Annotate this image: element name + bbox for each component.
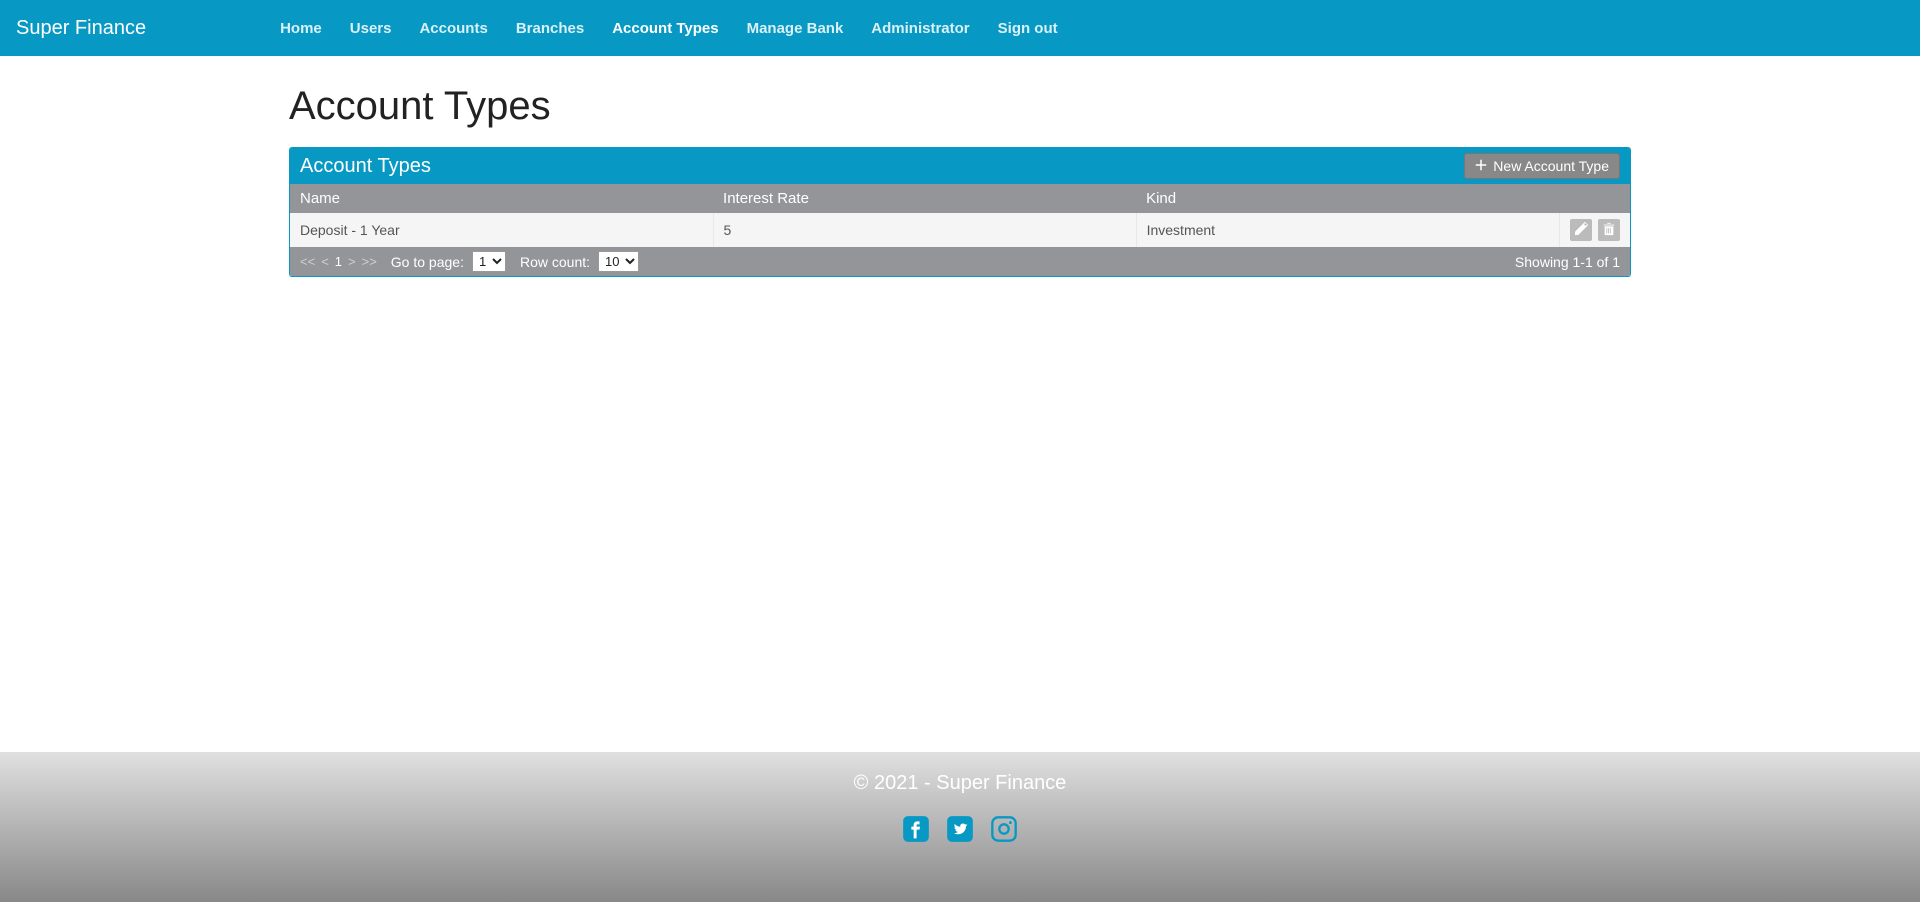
- table-header-row: Name Interest Rate Kind: [290, 184, 1630, 213]
- pager-left: << < 1 > >> Go to page: 1 Row count: 10: [300, 251, 639, 272]
- footer-text: © 2021 - Super Finance: [0, 772, 1920, 795]
- col-interest-rate[interactable]: Interest Rate: [713, 184, 1136, 213]
- pager-summary: Showing 1-1 of 1: [1515, 254, 1620, 270]
- pager-last[interactable]: >>: [362, 254, 377, 269]
- panel-title: Account Types: [300, 155, 431, 178]
- table-row: Deposit - 1 Year 5 Investment: [290, 213, 1630, 247]
- goto-label: Go to page:: [391, 254, 464, 270]
- main-container: Account Types Account Types New Account …: [274, 56, 1646, 752]
- cell-kind: Investment: [1136, 213, 1559, 247]
- twitter-icon: [946, 830, 974, 846]
- plus-icon: [1475, 158, 1487, 174]
- cell-actions: [1560, 213, 1631, 247]
- goto-page-select[interactable]: 1: [472, 251, 506, 272]
- facebook-link[interactable]: [902, 815, 930, 846]
- trash-icon: [1602, 222, 1616, 239]
- edit-icon: [1574, 222, 1588, 239]
- nav-links: Home Users Accounts Branches Account Typ…: [266, 2, 1072, 55]
- grid-footer: << < 1 > >> Go to page: 1 Row count: 10 …: [290, 247, 1630, 276]
- pager-prev[interactable]: <: [321, 254, 329, 269]
- navbar: Super Finance Home Users Accounts Branch…: [0, 0, 1920, 56]
- nav-accounts[interactable]: Accounts: [405, 2, 501, 55]
- nav-users[interactable]: Users: [336, 2, 406, 55]
- brand-link[interactable]: Super Finance: [16, 17, 146, 40]
- facebook-icon: [902, 830, 930, 846]
- edit-button[interactable]: [1570, 219, 1592, 241]
- nav-home[interactable]: Home: [266, 2, 336, 55]
- new-account-type-button[interactable]: New Account Type: [1464, 153, 1620, 179]
- nav-account-types[interactable]: Account Types: [598, 2, 732, 55]
- social-links: [0, 815, 1920, 846]
- pager-first[interactable]: <<: [300, 254, 315, 269]
- pager-next[interactable]: >: [348, 254, 356, 269]
- rowcount-select[interactable]: 10: [598, 251, 639, 272]
- pager-nav: << < 1 > >>: [300, 254, 377, 269]
- account-types-table: Name Interest Rate Kind Deposit - 1 Year…: [290, 184, 1630, 247]
- page-title: Account Types: [289, 84, 1631, 129]
- nav-administrator[interactable]: Administrator: [857, 2, 983, 55]
- nav-branches[interactable]: Branches: [502, 2, 598, 55]
- account-types-panel: Account Types New Account Type Name Inte…: [289, 147, 1631, 277]
- instagram-icon: [990, 830, 1018, 846]
- pager-current: 1: [335, 254, 342, 269]
- instagram-link[interactable]: [990, 815, 1018, 846]
- delete-button[interactable]: [1598, 219, 1620, 241]
- rowcount-label: Row count:: [520, 254, 590, 270]
- col-name[interactable]: Name: [290, 184, 713, 213]
- col-actions: [1560, 184, 1631, 213]
- new-button-label: New Account Type: [1493, 158, 1609, 174]
- nav-manage-bank[interactable]: Manage Bank: [733, 2, 858, 55]
- cell-interest-rate: 5: [713, 213, 1136, 247]
- footer: © 2021 - Super Finance: [0, 752, 1920, 902]
- panel-header: Account Types New Account Type: [290, 148, 1630, 184]
- nav-sign-out[interactable]: Sign out: [984, 2, 1072, 55]
- col-kind[interactable]: Kind: [1136, 184, 1559, 213]
- twitter-link[interactable]: [946, 815, 974, 846]
- cell-name: Deposit - 1 Year: [290, 213, 713, 247]
